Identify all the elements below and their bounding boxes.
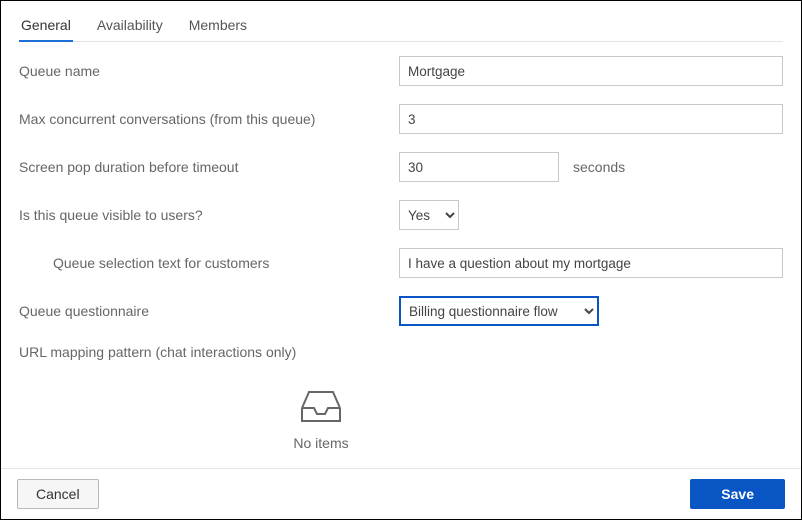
screen-pop-label: Screen pop duration before timeout [19,159,399,175]
questionnaire-label: Queue questionnaire [19,303,399,319]
selection-text-input[interactable] [399,248,783,278]
visible-select[interactable]: Yes [399,200,459,230]
max-concurrent-label: Max concurrent conversations (from this … [19,111,399,127]
url-mapping-empty: No items [1,380,783,468]
content-scroll[interactable]: General Availability Members Queue name … [1,1,801,468]
cancel-button[interactable]: Cancel [17,479,99,509]
inbox-icon [299,388,343,427]
questionnaire-select[interactable]: Billing questionnaire flow [399,296,599,326]
queue-name-label: Queue name [19,63,399,79]
tab-general[interactable]: General [19,11,73,41]
selection-text-label: Queue selection text for customers [19,255,399,271]
visible-label: Is this queue visible to users? [19,207,399,223]
tab-availability[interactable]: Availability [95,11,165,41]
empty-state-text: No items [293,435,348,451]
dialog-footer: Cancel Save [1,468,801,519]
screen-pop-suffix: seconds [573,159,625,175]
queue-settings-dialog: General Availability Members Queue name … [0,0,802,520]
save-button[interactable]: Save [690,479,785,509]
tab-bar: General Availability Members [19,11,783,42]
tab-members[interactable]: Members [187,11,249,41]
max-concurrent-input[interactable] [399,104,783,134]
url-mapping-label: URL mapping pattern (chat interactions o… [19,344,783,360]
queue-name-input[interactable] [399,56,783,86]
screen-pop-input[interactable] [399,152,559,182]
